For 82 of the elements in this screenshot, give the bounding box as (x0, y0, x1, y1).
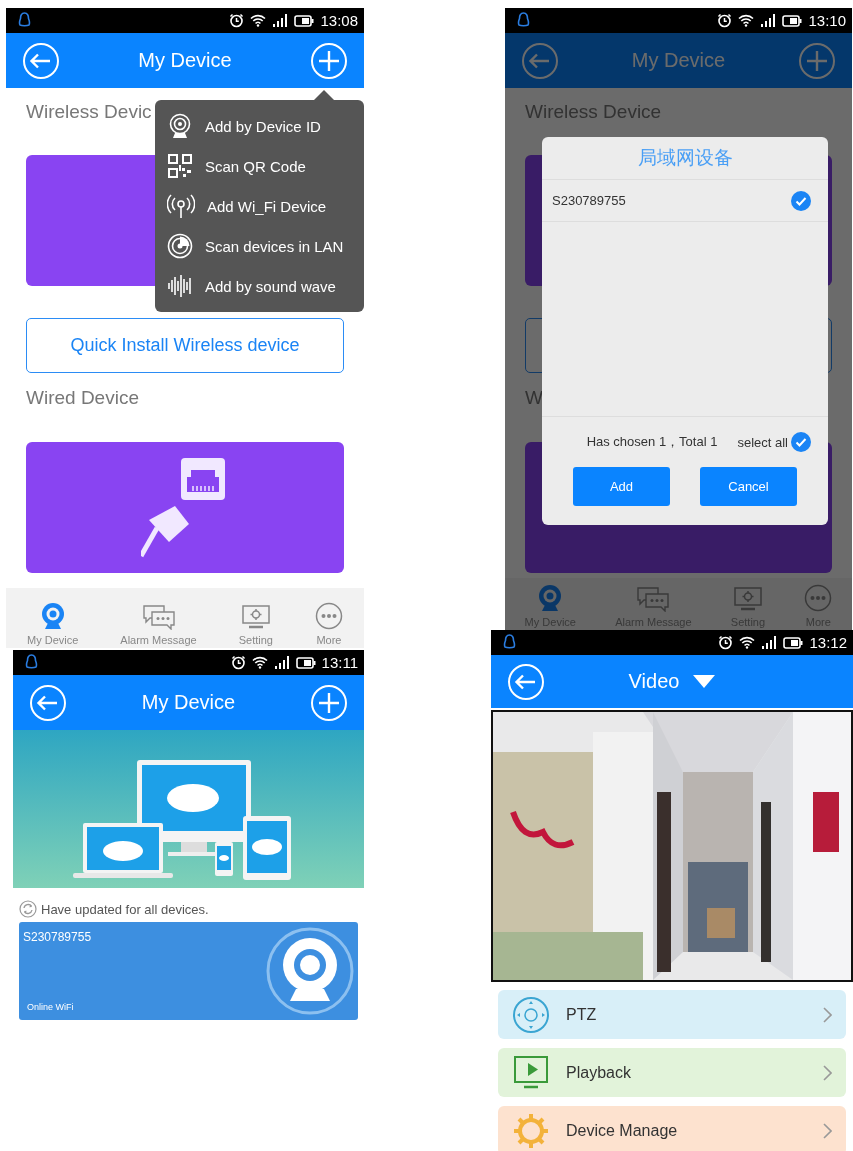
chat-bubbles-icon (636, 586, 671, 612)
alarm-icon (718, 635, 734, 650)
option-row[interactable]: Device Manage (498, 1106, 846, 1151)
alarm-icon (230, 655, 246, 670)
webcam-icon (537, 584, 564, 612)
menu-item[interactable]: Add Wi_Fi Device (155, 186, 364, 226)
option-row[interactable]: PTZ (498, 990, 846, 1039)
device-status: Online WiFi (27, 1002, 74, 1012)
monitor-gear-icon (240, 604, 271, 630)
sound-wave-icon (167, 273, 193, 299)
wifi-icon (251, 656, 268, 669)
add-button[interactable] (310, 41, 348, 80)
alarm-icon (229, 13, 245, 28)
chevron-right-icon (822, 1122, 832, 1139)
battery-icon (782, 14, 803, 27)
dialog-title: 局域网设备 (637, 146, 733, 170)
section-heading: Wireless Device (525, 100, 663, 124)
play-screen-icon (512, 1054, 550, 1091)
more-icon (804, 584, 833, 612)
device-row[interactable]: S230789755 (542, 180, 828, 222)
section-heading: Wireless Devic (26, 100, 153, 124)
nav-tab[interactable]: More (310, 602, 347, 646)
dialog-button[interactable]: Add (573, 467, 670, 506)
signal-icon (761, 636, 778, 649)
menu-item[interactable]: Add by Device ID (155, 106, 364, 146)
dialog-button[interactable]: Cancel (700, 467, 797, 506)
refresh-icon (19, 900, 37, 918)
nav-tab[interactable]: My Device (23, 602, 83, 646)
more-icon (314, 602, 343, 630)
wifi-icon (738, 14, 755, 27)
wired-device-card[interactable] (26, 442, 344, 573)
chat-bubbles-icon (141, 604, 176, 630)
webcam-icon (167, 113, 193, 139)
check-icon[interactable] (790, 189, 812, 212)
add-button[interactable] (798, 41, 836, 80)
menu-item[interactable]: Add by sound wave (155, 266, 364, 306)
battery-icon (295, 656, 316, 669)
wifi-icon (739, 636, 756, 649)
back-button[interactable] (507, 662, 545, 701)
header-title: Video (628, 670, 680, 693)
menu-item[interactable]: Scan QR Code (155, 146, 364, 186)
chevron-right-icon (822, 1064, 832, 1081)
wifi-icon (250, 14, 267, 27)
signal-icon (760, 14, 777, 27)
qr-code-icon (167, 153, 193, 179)
back-button[interactable] (521, 41, 559, 80)
section-heading: Wired Device (26, 386, 140, 410)
signal-icon (272, 14, 289, 27)
back-button[interactable] (29, 683, 67, 722)
option-row[interactable]: Playback (498, 1048, 846, 1097)
chevron-right-icon (822, 1006, 832, 1023)
status-time: 13:08 (320, 12, 358, 29)
device-card[interactable]: S230789755 Online WiFi (19, 922, 358, 1020)
add-button[interactable] (310, 683, 348, 722)
monitor-gear-icon (732, 586, 763, 612)
select-all-toggle[interactable]: select all (737, 431, 812, 453)
menu-item[interactable]: Scan devices in LAN (155, 226, 364, 266)
section-heading: W (525, 386, 544, 410)
battery-icon (783, 636, 804, 649)
nav-tab[interactable]: Alarm Message (116, 604, 201, 646)
direction-pad-icon (512, 995, 550, 1034)
radar-icon (167, 233, 193, 259)
status-time: 13:12 (809, 634, 847, 651)
header-title: My Device (138, 49, 232, 72)
dropdown-caret-icon[interactable] (693, 675, 716, 688)
status-time: 13:10 (808, 12, 846, 29)
quick-install-button[interactable]: Quick Install Wireless device (26, 318, 344, 373)
device-name: S230789755 (23, 930, 92, 944)
webcam-icon (39, 602, 66, 630)
sync-status: Have updated for all devices. (41, 901, 209, 917)
nav-tab[interactable]: Setting (234, 604, 277, 646)
header-title: My Device (141, 691, 236, 714)
gear-icon (512, 1111, 550, 1150)
alarm-icon (717, 13, 733, 28)
header-title: My Device (631, 49, 726, 72)
selection-summary: Has chosen 1，Total 1 (586, 433, 718, 451)
status-time: 13:11 (321, 654, 358, 671)
back-button[interactable] (22, 41, 60, 80)
signal-icon (273, 656, 290, 669)
antenna-icon (167, 193, 195, 219)
battery-icon (294, 14, 315, 27)
webcam-icon (266, 927, 354, 1015)
